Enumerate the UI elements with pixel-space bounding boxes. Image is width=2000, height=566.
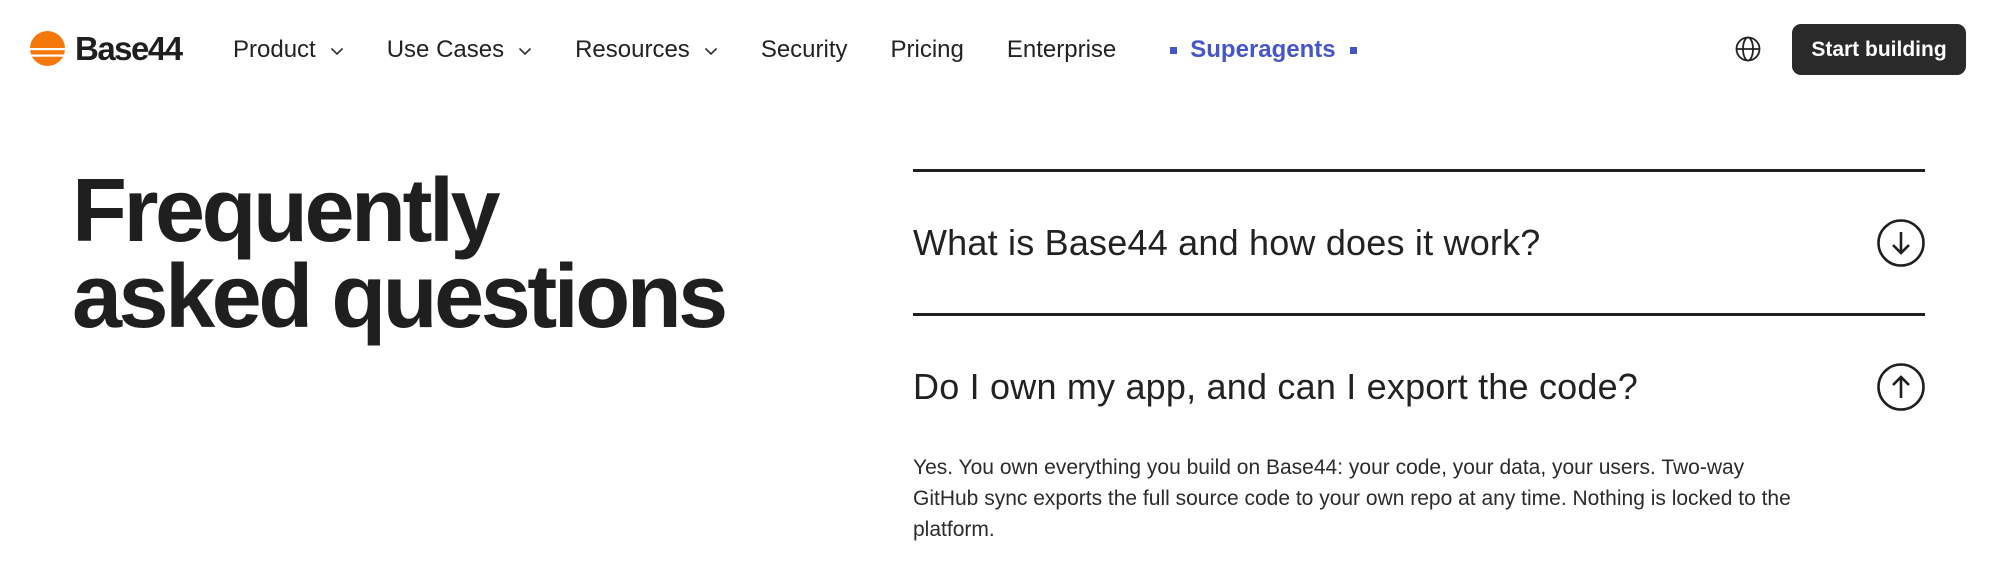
arrow-up-circle-icon[interactable] [1877, 363, 1925, 411]
start-building-button[interactable]: Start building [1792, 24, 1966, 75]
main-menu: Product Use Cases Resources Security Pri… [233, 32, 1357, 68]
faq-item-toggle[interactable]: What is Base44 and how does it work? [913, 172, 1925, 313]
nav-item-label: Resources [575, 36, 690, 63]
globe-icon[interactable] [1734, 35, 1762, 63]
nav-item-label: Security [760, 36, 848, 63]
nav-item-security[interactable]: Security [761, 32, 848, 68]
faq-heading-line-2: asked questions [72, 247, 728, 347]
faq-list: What is Base44 and how does it work? Do … [913, 169, 1925, 566]
nav-item-label: Enterprise [1006, 36, 1117, 63]
faq-answer: Yes. You own everything you build on Bas… [913, 456, 1791, 541]
square-bullet-icon [1349, 46, 1357, 54]
faq-question: What is Base44 and how does it work? [913, 221, 1541, 263]
chevron-down-icon [704, 47, 717, 55]
top-nav: Base44 Product Use Cases Resources Secur… [0, 0, 2000, 100]
chevron-down-icon [330, 47, 343, 55]
nav-item-pricing[interactable]: Pricing [891, 32, 964, 68]
arrow-down-circle-icon[interactable] [1877, 218, 1925, 267]
faq-item-toggle[interactable]: Do I own my app, and can I export the co… [913, 316, 1925, 458]
chevron-down-icon [519, 47, 532, 55]
faq-heading-line-1: Frequently [72, 161, 501, 261]
base44-logo-icon [30, 31, 65, 66]
nav-item-product[interactable]: Product [233, 32, 344, 68]
nav-item-superagents[interactable]: Superagents [1170, 32, 1357, 68]
nav-item-enterprise[interactable]: Enterprise [1007, 32, 1116, 68]
nav-item-label: Pricing [890, 36, 964, 63]
nav-item-resources[interactable]: Resources [575, 32, 718, 68]
brand-logo[interactable]: Base44 [30, 30, 183, 67]
faq-question: Do I own my app, and can I export the co… [913, 366, 1639, 407]
nav-item-label: Product [233, 36, 316, 63]
faq-heading: Frequently asked questions [72, 161, 772, 347]
nav-item-use-cases[interactable]: Use Cases [387, 32, 532, 68]
brand-name: Base44 [75, 30, 183, 67]
nav-item-label: Use Cases [386, 36, 505, 63]
square-bullet-icon [1170, 46, 1178, 54]
nav-item-label: Superagents [1190, 36, 1336, 63]
